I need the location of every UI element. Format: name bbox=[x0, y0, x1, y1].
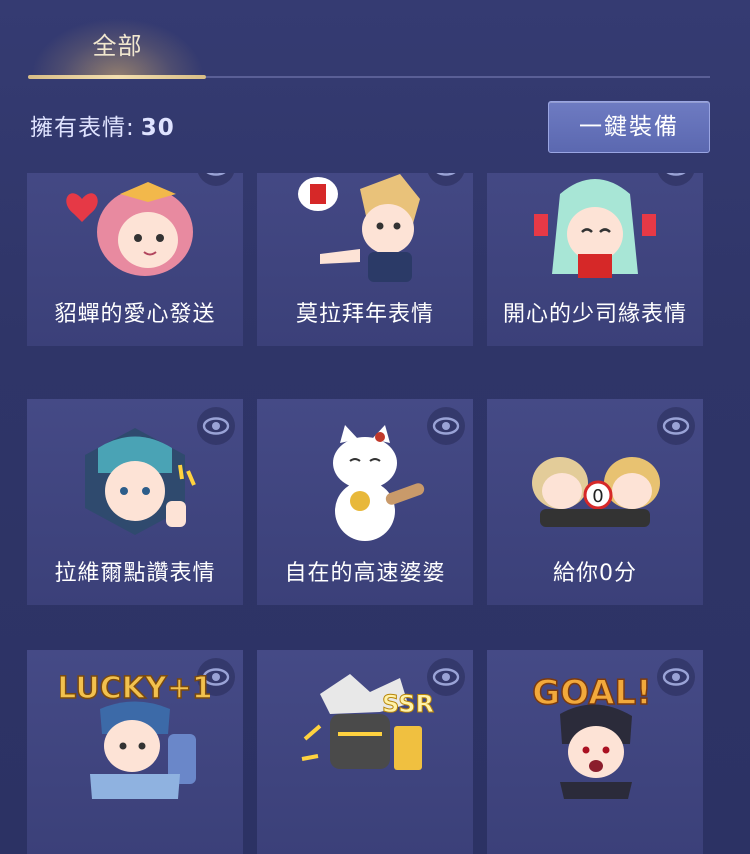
emote-card[interactable]: 貂蟬的愛心發送 bbox=[27, 173, 243, 346]
tab-all[interactable]: 全部 bbox=[30, 18, 205, 78]
emote-card[interactable]: 拉維爾點讚表情 bbox=[27, 399, 243, 605]
owned-label: 擁有表情: bbox=[30, 115, 135, 141]
lucky-plus-one-emote-icon: LUCKY+1 bbox=[60, 670, 210, 799]
emote-name: 自在的高速婆婆 bbox=[284, 561, 446, 586]
equip-all-button[interactable]: 一鍵裝備 bbox=[548, 101, 710, 153]
emote-card[interactable]: GOAL! bbox=[487, 650, 703, 854]
owned-count: 擁有表情: 30 bbox=[30, 108, 175, 142]
owned-number: 30 bbox=[140, 115, 175, 141]
emote-name: 拉維爾點讚表情 bbox=[54, 561, 216, 586]
emote-card[interactable]: 開心的少司緣表情 bbox=[487, 173, 703, 346]
goal-emote-icon: GOAL! bbox=[532, 672, 652, 799]
emote-card[interactable]: 0 給你0分 bbox=[487, 399, 703, 605]
emote-name: 莫拉拜年表情 bbox=[295, 302, 434, 327]
emote-name: 給你0分 bbox=[553, 561, 637, 586]
zero-score-emote-icon: 0 bbox=[532, 457, 660, 527]
svg-text:LUCKY+1: LUCKY+1 bbox=[60, 671, 210, 706]
tab-track bbox=[206, 76, 710, 78]
lucky-cat-emote-icon bbox=[333, 425, 425, 541]
svg-text:0: 0 bbox=[592, 486, 603, 507]
emote-grid: 貂蟬的愛心發送 莫拉拜年表情 開心的少司緣表情 拉維爾點讚表情 自在的高速婆婆 … bbox=[0, 173, 750, 854]
ssr-emote-icon: SSR bbox=[301, 674, 434, 770]
emote-card[interactable]: LUCKY+1 bbox=[27, 650, 243, 854]
emote-card[interactable]: 莫拉拜年表情 bbox=[257, 173, 473, 346]
emote-name: 貂蟬的愛心發送 bbox=[54, 302, 216, 327]
emote-name: 開心的少司緣表情 bbox=[502, 302, 687, 327]
heart-emote-icon bbox=[66, 182, 193, 276]
tab-bar: 全部 bbox=[0, 0, 750, 80]
new-year-emote-icon bbox=[298, 174, 420, 282]
tab-all-label: 全部 bbox=[92, 32, 143, 60]
thumbs-up-emote-icon bbox=[85, 428, 196, 535]
happy-emote-icon bbox=[534, 179, 656, 278]
active-tab-underline bbox=[28, 75, 206, 79]
emote-card[interactable]: SSR bbox=[257, 650, 473, 854]
svg-text:SSR: SSR bbox=[382, 690, 434, 718]
emote-card[interactable]: 自在的高速婆婆 bbox=[257, 399, 473, 605]
